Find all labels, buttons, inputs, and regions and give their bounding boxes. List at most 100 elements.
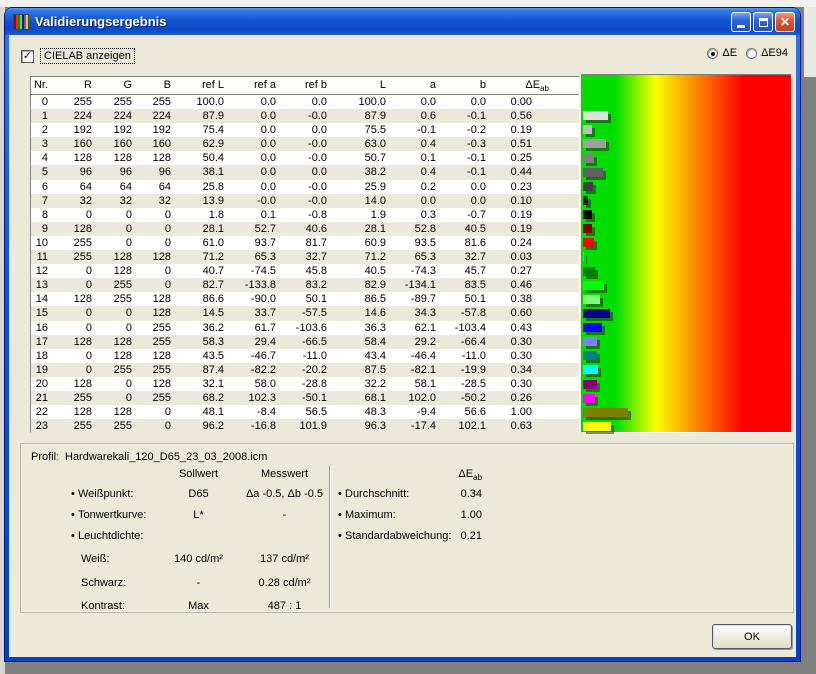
cell: -103.6 bbox=[281, 321, 332, 335]
column-header: Nr. bbox=[31, 77, 55, 94]
table-row[interactable]: 102550061.093.781.760.993.581.60.24 bbox=[31, 236, 579, 250]
cell: 128 bbox=[97, 250, 137, 264]
cell: 40.5 bbox=[441, 222, 491, 236]
table-row[interactable]: 20128012832.158.0-28.832.258.1-28.50.30 bbox=[31, 377, 579, 391]
table-row[interactable]: 80001.80.1-0.81.90.3-0.70.19 bbox=[31, 208, 579, 222]
table-row[interactable]: 18012812843.5-46.7-11.043.4-46.4-11.00.3… bbox=[31, 349, 579, 363]
table-row[interactable]: 150012814.533.7-57.514.634.3-57.80.60 bbox=[31, 306, 579, 320]
bullet-icon: • bbox=[338, 530, 342, 542]
sollwert-value: Max bbox=[156, 600, 241, 612]
table-row[interactable]: 122422422487.90.0-0.087.90.6-0.10.56 bbox=[31, 109, 579, 123]
title-bar[interactable]: Validierungsergebnis ✕ bbox=[5, 8, 800, 35]
cell: 0.0 bbox=[441, 194, 491, 208]
table-row[interactable]: 0255255255100.00.00.0100.00.00.00.00 bbox=[31, 95, 579, 109]
table-row[interactable]: 596969638.10.00.038.20.4-0.10.44 bbox=[31, 165, 579, 179]
table-row[interactable]: 23255255096.2-16.8101.996.3-17.4102.10.6… bbox=[31, 419, 579, 433]
cell: 52.8 bbox=[391, 222, 441, 236]
cell: 50.1 bbox=[281, 292, 332, 306]
cell: 19 bbox=[31, 363, 55, 377]
cell: 9 bbox=[31, 222, 55, 236]
cell: -9.4 bbox=[391, 405, 441, 419]
cell: 0.03 bbox=[491, 250, 579, 264]
deltae-bar bbox=[583, 351, 597, 360]
cell: 68.2 bbox=[176, 391, 229, 405]
ok-button[interactable]: OK bbox=[712, 624, 792, 649]
cell: -134.1 bbox=[391, 278, 441, 292]
cell: 160 bbox=[97, 137, 137, 151]
deltae-bar bbox=[583, 337, 597, 346]
cell: 192 bbox=[97, 123, 137, 137]
cell: 87.9 bbox=[332, 109, 391, 123]
cell: 0.0 bbox=[391, 95, 441, 109]
cell: -90.0 bbox=[229, 292, 281, 306]
cell: -0.1 bbox=[391, 123, 441, 137]
cielab-checkbox[interactable]: ✓ bbox=[21, 50, 34, 63]
table-row[interactable]: 1712812825558.329.4-66.558.429.2-66.40.3… bbox=[31, 335, 579, 349]
deltae-bar bbox=[583, 309, 610, 318]
cell: 65.3 bbox=[391, 250, 441, 264]
cell: 0.30 bbox=[491, 377, 579, 391]
table-row[interactable]: 130255082.7-133.883.282.9-134.183.50.46 bbox=[31, 278, 579, 292]
cielab-checkbox-row: ✓ CIELAB anzeigen bbox=[21, 48, 135, 64]
cell: 28.1 bbox=[332, 222, 391, 236]
table-row[interactable]: 316016016062.90.0-0.063.00.4-0.30.51 bbox=[31, 137, 579, 151]
deltae-bar bbox=[583, 252, 584, 261]
radio-de94-icon[interactable] bbox=[746, 48, 757, 59]
cell: 1.9 bbox=[332, 208, 391, 222]
cell: 21 bbox=[31, 391, 55, 405]
radio-item-de94[interactable]: ΔE94 bbox=[746, 47, 788, 59]
maximize-icon bbox=[759, 18, 768, 27]
table-row[interactable]: 22128128048.1-8.456.548.3-9.456.61.00 bbox=[31, 405, 579, 419]
cell: 87.4 bbox=[176, 363, 229, 377]
deltae-bar bbox=[583, 210, 592, 219]
cell: 96.2 bbox=[176, 419, 229, 433]
cell: 0.30 bbox=[491, 335, 579, 349]
minimize-button[interactable] bbox=[731, 12, 751, 32]
cell: 0 bbox=[137, 236, 176, 250]
cell: 0.19 bbox=[491, 208, 579, 222]
summary-stat-row: •Standardabweichung:0.21 bbox=[21, 530, 793, 544]
cell: 0 bbox=[97, 306, 137, 320]
cell: 0 bbox=[137, 222, 176, 236]
table-row[interactable]: 664646425.80.0-0.025.90.20.00.23 bbox=[31, 180, 579, 194]
cell: 62.9 bbox=[176, 137, 229, 151]
stat-label: Standardabweichung: bbox=[345, 530, 451, 542]
profile-value: Hardwarekali_120_D65_23_03_2008.icm bbox=[65, 451, 267, 463]
table-row[interactable]: 732323213.9-0.0-0.014.00.00.00.10 bbox=[31, 194, 579, 208]
cell: 11 bbox=[31, 250, 55, 264]
table-row[interactable]: 120128040.7-74.545.840.5-74.345.70.27 bbox=[31, 264, 579, 278]
cell: 0.0 bbox=[229, 123, 281, 137]
column-header: ref b bbox=[281, 77, 332, 94]
table-row[interactable]: 160025536.261.7-103.636.362.1-103.40.43 bbox=[31, 321, 579, 335]
table-row[interactable]: 91280028.152.740.628.152.840.50.19 bbox=[31, 222, 579, 236]
close-button[interactable]: ✕ bbox=[775, 12, 795, 32]
column-header: ref a bbox=[229, 77, 281, 94]
maximize-button[interactable] bbox=[753, 12, 773, 32]
cell: 32.7 bbox=[441, 250, 491, 264]
cell: 0.44 bbox=[491, 165, 579, 179]
cell: 0.19 bbox=[491, 123, 579, 137]
cell: 0 bbox=[55, 321, 97, 335]
cell: 0.0 bbox=[229, 151, 281, 165]
cell: 0.60 bbox=[491, 306, 579, 320]
cell: -0.1 bbox=[441, 109, 491, 123]
radio-item-de[interactable]: ΔE bbox=[707, 47, 737, 59]
table-row[interactable]: 412812812850.40.0-0.050.70.1-0.10.25 bbox=[31, 151, 579, 165]
cell: 0.51 bbox=[491, 137, 579, 151]
cielab-checkbox-label[interactable]: CIELAB anzeigen bbox=[40, 48, 135, 64]
cell: 0.0 bbox=[441, 95, 491, 109]
cell: 82.9 bbox=[332, 278, 391, 292]
table-row[interactable]: 1412825512886.6-90.050.186.5-89.750.10.3… bbox=[31, 292, 579, 306]
cell: 0 bbox=[97, 222, 137, 236]
cell: 93.5 bbox=[391, 236, 441, 250]
table-row[interactable]: 19025525587.4-82.2-20.287.5-82.1-19.90.3… bbox=[31, 363, 579, 377]
sollwert-value: 140 cd/m² bbox=[156, 553, 241, 565]
table-row[interactable]: 219219219275.40.00.075.5-0.1-0.20.19 bbox=[31, 123, 579, 137]
table-row[interactable]: 1125512812871.265.332.771.265.332.70.03 bbox=[31, 250, 579, 264]
cell: -11.0 bbox=[441, 349, 491, 363]
cell: 14 bbox=[31, 292, 55, 306]
table-row[interactable]: 21255025568.2102.3-50.168.1102.0-50.20.2… bbox=[31, 391, 579, 405]
cell: 13.9 bbox=[176, 194, 229, 208]
cell: -50.1 bbox=[281, 391, 332, 405]
radio-de-icon[interactable] bbox=[707, 48, 718, 59]
